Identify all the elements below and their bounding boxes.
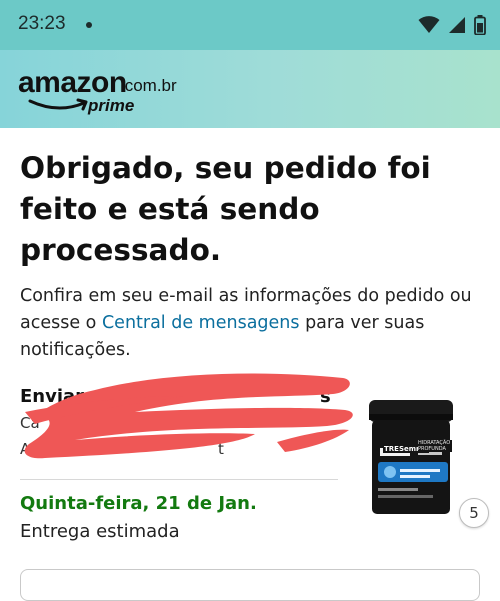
logo-domain-text: .com.br bbox=[120, 76, 177, 95]
next-card[interactable] bbox=[20, 569, 480, 601]
product-image[interactable]: TRESemmé HIDRATAÇÃO PROFUNDA bbox=[364, 400, 458, 518]
app-header: amazon .com.br prime bbox=[0, 50, 500, 128]
hair-mask-jar-icon bbox=[369, 400, 453, 514]
redaction-scribble bbox=[24, 373, 353, 459]
amazon-prime-logo[interactable]: amazon .com.br prime bbox=[18, 66, 218, 116]
notification-dot-icon bbox=[86, 22, 92, 28]
message-center-link[interactable]: Central de mensagens bbox=[102, 313, 300, 333]
status-icons bbox=[418, 12, 486, 38]
status-bar: 23:23 bbox=[0, 0, 500, 50]
confirmation-section: Obrigado, seu pedido foi feito e está se… bbox=[20, 128, 490, 364]
battery-icon bbox=[474, 15, 486, 35]
logo-prime-text: prime bbox=[88, 96, 135, 115]
logo-amazon-text: amazon bbox=[18, 66, 127, 99]
wifi-icon bbox=[418, 16, 440, 33]
confirmation-headline: Obrigado, seu pedido foi feito e está se… bbox=[20, 151, 431, 267]
product-line: HIDRATAÇÃO PROFUNDA bbox=[418, 440, 452, 452]
delivery-label: Entrega estimada bbox=[20, 521, 180, 542]
shipping-address-section: Enviar ps Ca At bbox=[20, 373, 353, 490]
confirmation-info: Confira em seu e-mail as informações do … bbox=[20, 283, 490, 364]
delivery-date: Quinta-feira, 21 de Jan. bbox=[20, 493, 257, 514]
section-divider bbox=[20, 479, 338, 480]
amazon-smile-icon bbox=[28, 98, 88, 111]
quantity-badge: 5 bbox=[459, 498, 489, 528]
status-time: 23:23 bbox=[18, 13, 66, 34]
signal-icon bbox=[449, 17, 465, 33]
